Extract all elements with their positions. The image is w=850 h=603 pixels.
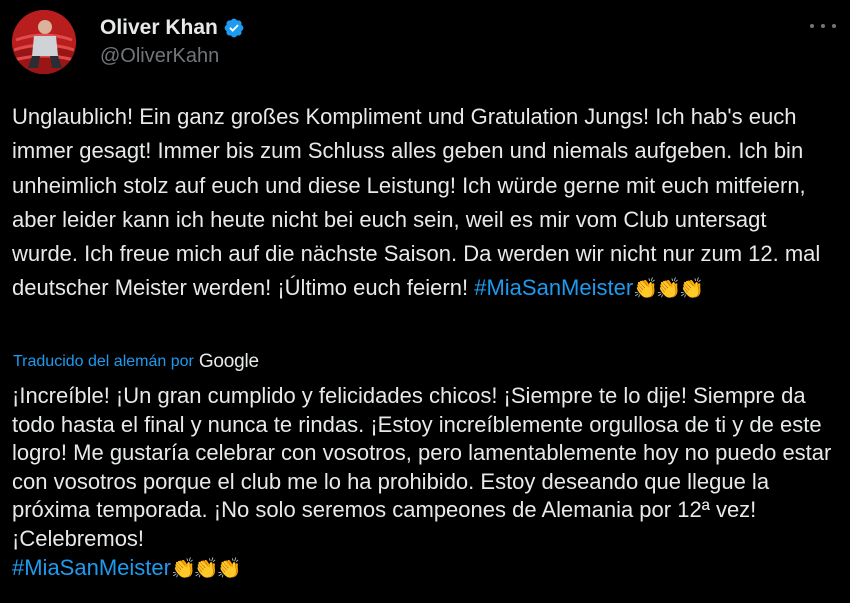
handle[interactable]: @OliverKahn (100, 45, 245, 68)
more-options-icon[interactable] (810, 16, 836, 36)
translation-attribution: Traducido del alemán por Google (13, 351, 259, 373)
translation-label[interactable]: Traducido del alemán por (13, 353, 194, 371)
avatar[interactable] (12, 10, 76, 74)
tweet-body: Unglaublich! Ein ganz großes Kompliment … (12, 104, 821, 301)
hashtag-link[interactable]: #MiaSanMeister (12, 555, 171, 580)
display-name[interactable]: Oliver Khan (100, 16, 218, 40)
translation-body: ¡Increíble! ¡Un gran cumplido y felicida… (12, 383, 832, 551)
verified-badge-icon (224, 18, 244, 38)
clapping-hands-emoji: 👏👏👏 (170, 557, 242, 580)
tweet-text: Unglaublich! Ein ganz großes Kompliment … (12, 100, 838, 307)
translated-text: ¡Increíble! ¡Un gran cumplido y felicida… (12, 382, 838, 583)
tweet-header: Oliver Khan @OliverKahn (12, 10, 838, 74)
hashtag-link[interactable]: #MiaSanMeister (474, 275, 633, 300)
avatar-image (12, 10, 76, 74)
clapping-hands-emoji: 👏👏👏 (633, 278, 704, 301)
google-logo: Google (198, 351, 259, 372)
